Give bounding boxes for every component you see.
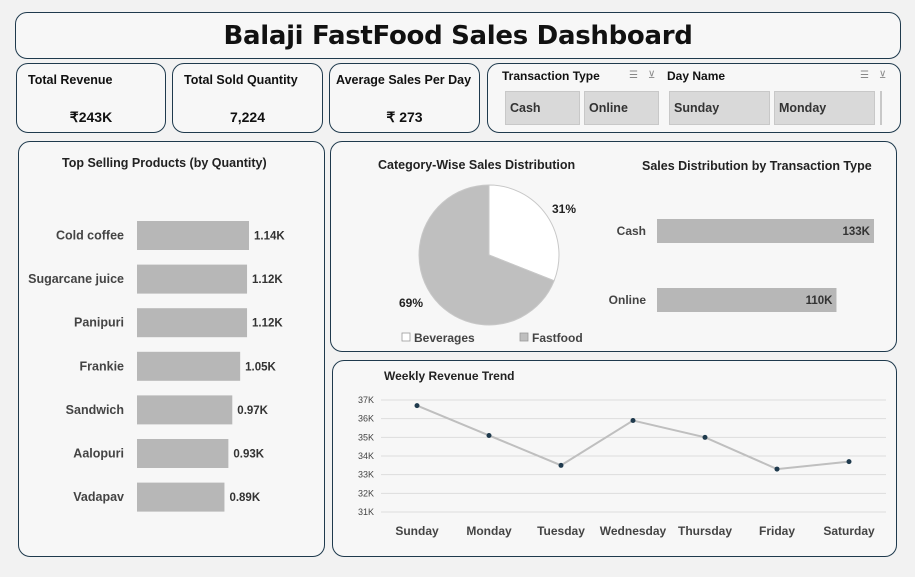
category-label: Panipuri	[74, 316, 124, 330]
category-label: Cold coffee	[56, 229, 124, 243]
title-panel: Balaji FastFood Sales Dashboard	[15, 12, 901, 59]
y-tick-label: 34K	[358, 451, 374, 461]
x-tick-label: Sunday	[395, 524, 439, 538]
x-tick-label: Thursday	[678, 524, 732, 538]
category-label: Sugarcane juice	[28, 272, 124, 286]
weekly-trend-chart: 31K 32K 33K 34K 35K 36K 37K Sunday Monday Tuesday…	[358, 395, 886, 538]
kpi-label: Total Sold Quantity	[184, 73, 298, 87]
weekly-trend-panel: Weekly Revenue Trend 31K 32K 33K 34K 35K 36K 3…	[332, 360, 897, 557]
y-tick-label: 33K	[358, 470, 374, 480]
data-label: 31%	[552, 202, 576, 216]
data-label: 0.97K	[237, 405, 268, 417]
bar	[137, 439, 229, 468]
category-label: Vadapav	[73, 490, 124, 504]
category-label: Aalopuri	[73, 447, 124, 461]
kpi-card-total-revenue: Total Revenue ₹243K	[16, 63, 166, 133]
kpi-card-average-sales-per-day: Average Sales Per Day ₹ 273	[329, 63, 480, 133]
legend-label: Fastfood	[532, 331, 583, 345]
x-tick-label: Friday	[759, 524, 795, 538]
top-products-chart: Cold coffee 1.14K Sugarcane juice 1.12K Pani…	[28, 221, 285, 512]
data-label: 69%	[399, 296, 423, 310]
data-point	[846, 459, 852, 465]
data-label: 133K	[843, 226, 871, 238]
data-point	[414, 403, 420, 409]
x-tick-label: Monday	[466, 524, 512, 538]
data-label: 0.93K	[233, 449, 264, 461]
category-label: Cash	[617, 224, 646, 238]
y-tick-label: 37K	[358, 395, 374, 405]
kpi-label: Total Revenue	[28, 73, 113, 87]
bar	[137, 351, 241, 381]
legend-swatch	[519, 332, 529, 342]
x-tick-label: Tuesday	[537, 524, 585, 538]
data-point	[486, 432, 492, 438]
y-tick-label: 36K	[358, 414, 374, 424]
slicer-title-transaction-type: Transaction Type	[502, 69, 600, 83]
data-point	[774, 466, 780, 472]
legend-label: Beverages	[414, 331, 475, 345]
bar	[137, 221, 249, 250]
y-tick-label: 32K	[358, 488, 374, 498]
slicer-panel: Transaction Type ☰ ⊻ Cash Online Day Nam…	[487, 63, 901, 133]
data-label: 0.89K	[229, 492, 260, 504]
data-point	[702, 434, 708, 440]
top-products-panel: Top Selling Products (by Quantity) Cold …	[18, 141, 325, 557]
slicer-option-online[interactable]: Online	[584, 91, 659, 125]
category-label: Frankie	[80, 359, 125, 373]
bar	[137, 395, 233, 425]
kpi-value: ₹243K	[69, 109, 113, 125]
data-label: 1.12K	[252, 318, 283, 330]
category-transaction-charts: 31% 69% Beverages Fastfood Cash 133K Online 110…	[399, 184, 874, 345]
multi-select-icon[interactable]: ☰	[629, 70, 638, 81]
kpi-value: ₹ 273	[386, 109, 423, 125]
data-point	[630, 418, 636, 424]
x-tick-label: Saturday	[823, 524, 875, 538]
data-label: 1.05K	[245, 361, 276, 373]
slicer-scrollbar[interactable]	[880, 91, 882, 125]
category-transaction-panel: Category-Wise Sales Distribution Sales D…	[330, 141, 897, 352]
slicer-option-cash[interactable]: Cash	[505, 91, 580, 125]
category-label: Sandwich	[66, 403, 124, 417]
bar	[137, 482, 225, 512]
kpi-card-total-sold-quantity: Total Sold Quantity 7,224	[172, 63, 323, 133]
data-label: 1.12K	[252, 274, 283, 286]
bar	[137, 308, 248, 338]
data-point	[558, 462, 564, 468]
multi-select-icon[interactable]: ☰	[860, 70, 869, 81]
bar	[137, 264, 248, 294]
kpi-value: 7,224	[229, 109, 266, 125]
bar	[657, 219, 874, 243]
kpi-label: Average Sales Per Day	[336, 73, 472, 87]
data-label: 1.14K	[254, 231, 285, 243]
clear-filter-icon[interactable]: ⊻	[879, 70, 886, 81]
clear-filter-icon[interactable]: ⊻	[648, 70, 655, 81]
data-label: 110K	[806, 295, 834, 307]
dashboard-title: Balaji FastFood Sales Dashboard	[223, 21, 693, 51]
slicer-title-day-name: Day Name	[667, 69, 726, 83]
legend-swatch	[401, 332, 411, 342]
slicer-option-sunday[interactable]: Sunday	[669, 91, 770, 125]
category-label: Online	[609, 293, 647, 307]
y-tick-label: 31K	[358, 507, 374, 517]
x-tick-label: Wednesday	[600, 524, 667, 538]
y-tick-label: 35K	[358, 432, 374, 442]
slicer-option-monday[interactable]: Monday	[774, 91, 875, 125]
